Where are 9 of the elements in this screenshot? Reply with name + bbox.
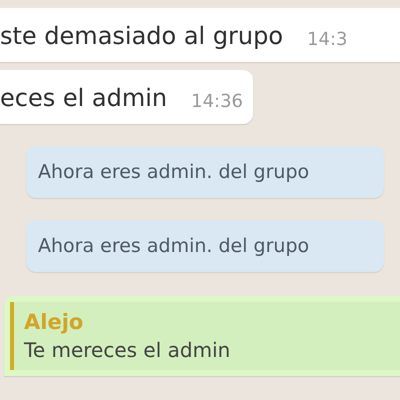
message-text: eces el admin — [0, 84, 168, 112]
message-time: 14:3 — [307, 29, 348, 50]
system-message: Ahora eres admin. del grupo — [26, 146, 384, 198]
quote-text: Te mereces el admin — [24, 338, 232, 362]
quoted-message[interactable]: Alejo Te mereces el admin — [10, 302, 400, 370]
message-time: 14:36 — [191, 91, 243, 112]
quote-author: Alejo — [24, 310, 84, 334]
system-message: Ahora eres admin. del grupo — [26, 220, 384, 272]
message-text: ste demasiado al grupo — [0, 22, 284, 50]
